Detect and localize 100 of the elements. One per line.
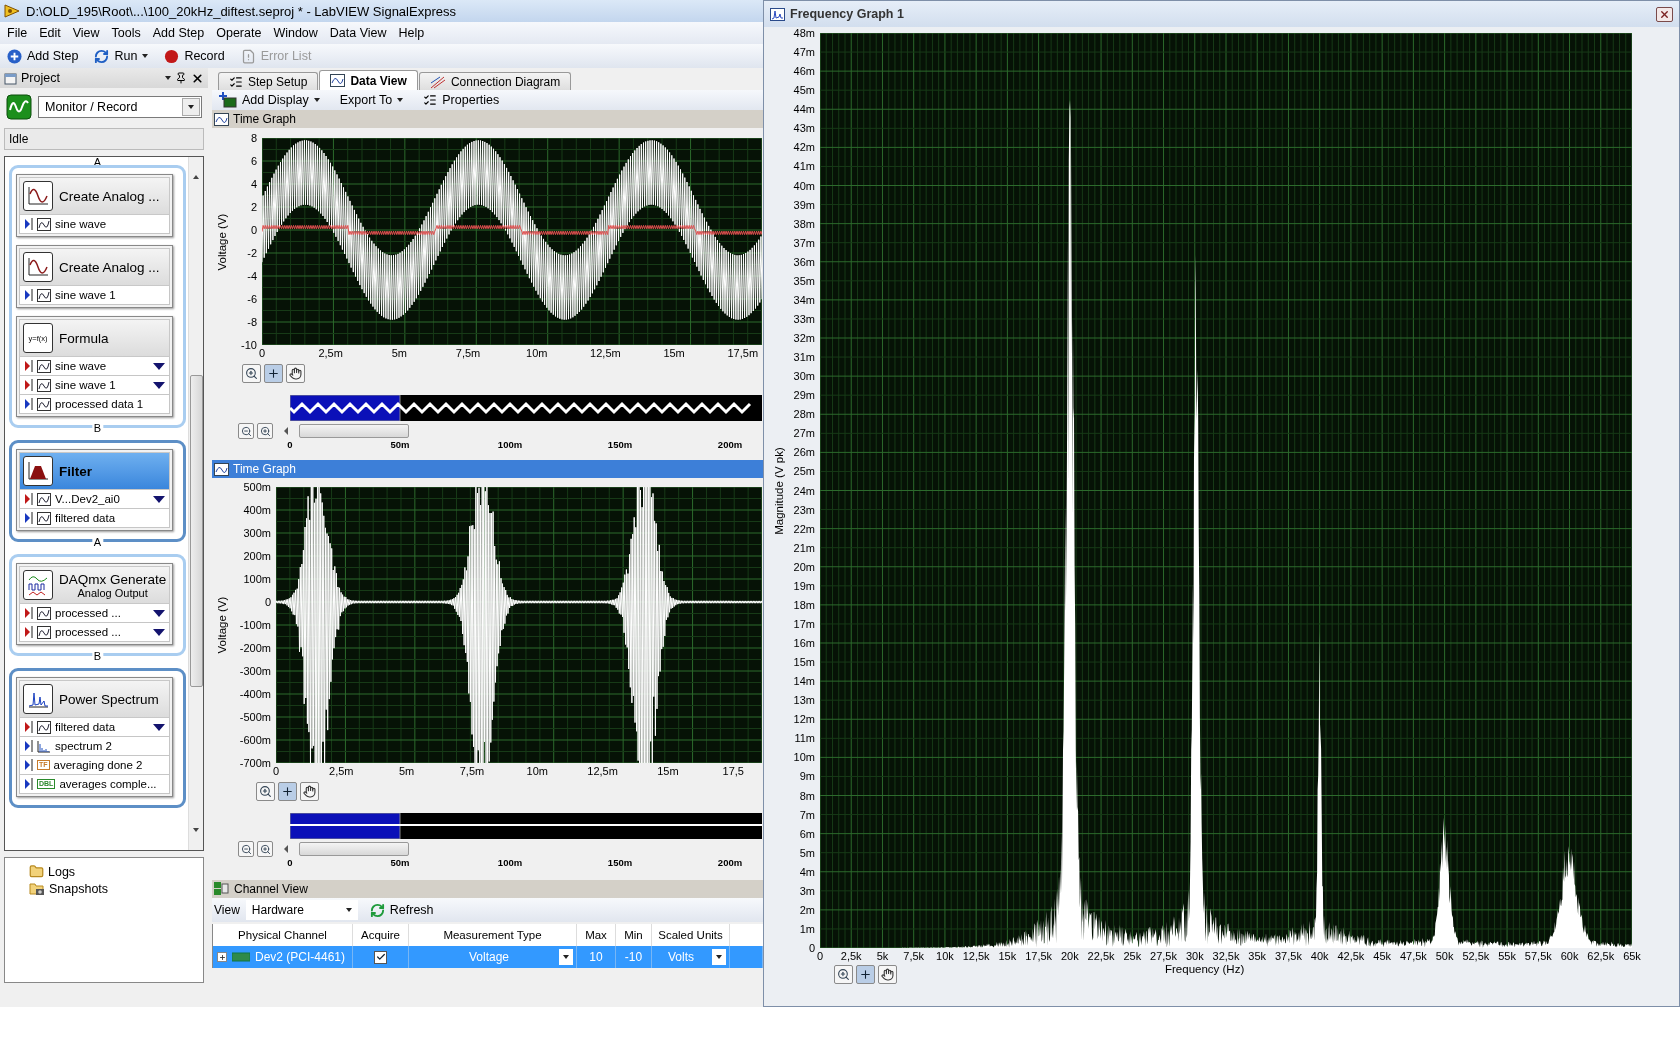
axis-tick-label: 33m [793,312,815,325]
zoom-in-button[interactable] [257,841,273,857]
dropdown-button[interactable] [559,949,573,965]
checkbox[interactable] [374,950,387,964]
dropdown-icon[interactable] [153,362,165,370]
port-row[interactable]: sine wave [19,215,170,234]
scroll-thumb[interactable] [189,375,203,687]
menu-item[interactable]: Help [393,24,430,42]
step-header[interactable]: Power Spectrum [19,680,170,718]
tab[interactable]: Step Setup [218,72,319,90]
mode-dropdown[interactable]: Monitor / Record [38,96,202,118]
port-row[interactable]: processed ... [19,623,170,642]
graph-header[interactable]: Time Graph [212,460,763,478]
port-row[interactable]: sine wave 1 [19,286,170,305]
port-row[interactable]: filtered data [19,718,170,737]
axis-tick-label: 15m [663,347,685,359]
step-card[interactable]: DAQmx Generate Analog Output processed ... processed ... [16,563,173,645]
dropdown-icon[interactable] [153,609,165,617]
pan-button[interactable] [300,782,319,801]
menu-item[interactable]: Tools [106,24,146,42]
axis-tick-label: 42m [793,141,815,154]
refresh-button[interactable]: Refresh [363,901,440,919]
menu-item[interactable]: Operate [211,24,267,42]
port-row[interactable]: V...Dev2_ai0 [19,490,170,509]
pin-icon[interactable] [175,72,187,84]
toolbar-button[interactable]: Add Display [216,91,323,109]
step-header[interactable]: Create Analog ... [19,177,170,215]
error-list-icon [240,48,256,64]
axis-tick-label: 28m [793,408,815,421]
tab[interactable]: Data View [319,70,418,90]
axis-title: Voltage (V) [216,596,228,654]
view-dropdown[interactable]: Hardware [245,900,358,920]
port-row[interactable]: processed ... [19,604,170,623]
toolbar-button[interactable]: Add Step [4,47,82,65]
port-row[interactable]: spectrum 2 [19,737,170,756]
cursor-button[interactable] [264,364,283,383]
toolbar-button[interactable]: Export To [336,92,407,108]
zoom-in-button[interactable] [257,423,273,439]
zoom-in-icon [259,425,271,437]
menu-item[interactable]: Window [268,24,323,42]
port-row[interactable]: sine wave 1 [19,376,170,395]
expand-icon[interactable] [217,952,227,962]
axis-tick-label: 40m [793,179,815,192]
scroll-left-icon[interactable] [284,845,288,853]
step-header[interactable]: Filter [19,452,170,490]
dropdown-icon[interactable] [153,628,165,636]
panel-title: Project [21,71,61,85]
menu-item[interactable]: Add Step [147,24,210,42]
port-label: processed data 1 [55,398,145,410]
axis-tick-label: 62,5k [1587,950,1615,962]
overview-drawing[interactable] [290,395,762,421]
cursor-button[interactable] [856,965,875,984]
zoom-button[interactable] [242,364,261,383]
dropdown-icon[interactable] [153,495,165,503]
tab[interactable]: Connection Diagram [418,72,572,90]
close-button[interactable] [1656,6,1673,22]
zoom-button[interactable] [834,965,853,984]
tree-item[interactable]: Logs [29,864,203,879]
scroll-thumb[interactable] [299,424,409,438]
tree-item[interactable]: Snapshots [29,881,203,896]
menu-item[interactable]: View [67,24,105,42]
zoom-out-button[interactable] [238,423,254,439]
graph-header[interactable]: Time Graph [212,110,763,128]
menu-item[interactable]: Edit [34,24,66,42]
overview-drawing[interactable] [290,813,762,839]
axis-tick-label: 200m [717,857,743,868]
toolbar-button[interactable]: Run [91,47,152,65]
toolbar-button[interactable]: Record [161,47,228,65]
graph-icon [214,462,229,476]
spectrum-icon [37,739,51,753]
scroll-left-icon[interactable] [284,427,288,435]
port-row[interactable]: processed data 1 [19,395,170,414]
axis-tick-label: 35m [793,274,815,287]
toolbar-button[interactable]: Properties [420,92,503,108]
step-card[interactable]: Filter V...Dev2_ai0 filtered data [16,449,173,531]
pan-button[interactable] [286,364,305,383]
add-icon [7,48,22,64]
step-header[interactable]: DAQmx Generate Analog Output [19,566,170,604]
zoom-button[interactable] [256,782,275,801]
port-row[interactable]: filtered data [19,509,170,528]
scroll-thumb[interactable] [299,842,409,856]
axis-tick-label: 50m [390,439,410,450]
menu-item[interactable]: Data View [324,24,392,42]
caret-icon[interactable] [165,76,171,80]
dropdown-button[interactable] [712,949,726,965]
refresh-icon [369,902,385,918]
step-card[interactable]: Create Analog ... sine wave 1 [16,245,173,308]
close-icon[interactable] [191,71,204,85]
menu-item[interactable]: File [2,24,33,42]
cursor-button[interactable] [278,782,297,801]
step-card[interactable]: Create Analog ... sine wave [16,174,173,237]
zoom-out-button[interactable] [238,841,254,857]
axis-tick-label: 22,5k [1087,950,1115,962]
dropdown-icon[interactable] [153,381,165,389]
dropdown-icon[interactable] [153,723,165,731]
pan-button[interactable] [878,965,897,984]
port-row[interactable]: sine wave [19,357,170,376]
step-header[interactable]: Create Analog ... [19,248,170,286]
axis-tick-label: 200m [243,550,271,562]
window-title: D:\OLD_195\Root\...\100_20kHz_diftest.seproj * - LabVIEW SignalExpress [26,3,456,19]
